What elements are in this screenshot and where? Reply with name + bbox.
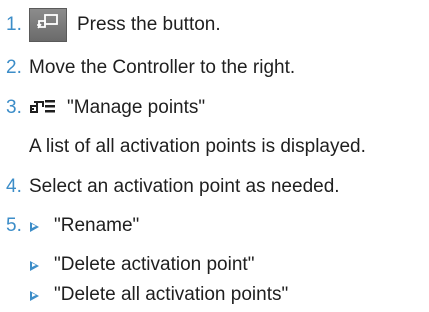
- step-4: 4. Select an activation point as needed.: [6, 175, 340, 199]
- manage-points-icon: [29, 97, 59, 119]
- step-number: 3.: [6, 97, 22, 118]
- instruction-list: 1. Press the button. 2. Move the Control…: [0, 0, 429, 312]
- step-text: Select an activation point as needed.: [29, 176, 340, 197]
- option-text: "Delete all activation points": [54, 284, 289, 305]
- arrow-right-triangle-icon: [29, 221, 40, 232]
- sub-option-delete: "Delete activation point": [29, 253, 254, 277]
- step-3-note: A list of all activation points is displ…: [29, 135, 366, 159]
- step-1: 1. Press the button.: [6, 8, 221, 42]
- step-text: Press the button.: [77, 14, 221, 35]
- step-number: 4.: [6, 176, 22, 197]
- activation-point-button-icon: [29, 8, 67, 42]
- step-number: 1.: [6, 14, 22, 35]
- step-number: 5.: [6, 215, 22, 236]
- step-2: 2. Move the Controller to the right.: [6, 56, 295, 80]
- note-text: A list of all activation points is displ…: [29, 136, 366, 157]
- sub-option-delete-all: "Delete all activation points": [29, 283, 288, 307]
- step-3: 3. "Manage points": [6, 96, 205, 120]
- arrow-right-triangle-icon: [29, 290, 40, 301]
- step-5: 5. "Rename": [6, 214, 139, 238]
- arrow-right-triangle-icon: [29, 260, 40, 271]
- option-text: "Delete activation point": [54, 254, 255, 275]
- step-text: "Manage points": [67, 97, 206, 118]
- option-text: "Rename": [54, 215, 140, 236]
- step-number: 2.: [6, 57, 22, 78]
- step-text: Move the Controller to the right.: [29, 57, 296, 78]
